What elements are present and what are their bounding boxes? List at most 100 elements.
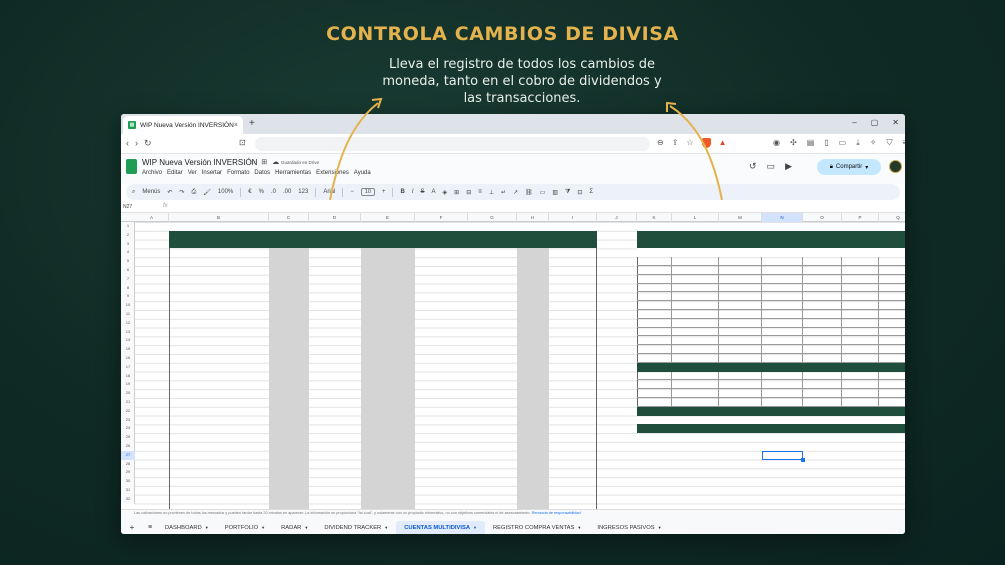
dividend-cell[interactable]	[549, 468, 596, 477]
italic-icon[interactable]: I	[412, 189, 414, 195]
dividend-cell[interactable]	[468, 328, 516, 337]
fill-color-icon[interactable]: ◈	[443, 189, 448, 196]
column-header-b[interactable]: B	[169, 213, 269, 222]
column-header-o[interactable]: O	[803, 213, 842, 222]
dividend-cell[interactable]	[169, 407, 268, 416]
link-icon[interactable]: ⛓	[525, 189, 533, 196]
dividend-cell[interactable]	[169, 451, 268, 460]
dividend-cell[interactable]	[517, 328, 548, 337]
dividend-cell[interactable]	[517, 451, 548, 460]
dividend-cell[interactable]	[549, 248, 596, 257]
compra-cell[interactable]	[672, 275, 718, 284]
column-header-k[interactable]: K	[637, 213, 672, 222]
dividend-cell[interactable]	[269, 345, 308, 354]
dividend-cell[interactable]	[169, 363, 268, 372]
zoom-select[interactable]: 100%	[218, 189, 233, 195]
compra-cell[interactable]	[719, 372, 761, 381]
brave-shield-icon[interactable]	[701, 138, 711, 148]
dividend-cell[interactable]	[415, 424, 467, 433]
dividend-cell[interactable]	[361, 336, 414, 345]
row-header-21[interactable]: 21	[121, 398, 135, 407]
dividend-cell[interactable]	[517, 345, 548, 354]
comment-icon[interactable]: ▭	[767, 161, 776, 172]
dividend-cell[interactable]	[361, 477, 414, 486]
merge-icon[interactable]: ⊟	[466, 189, 471, 196]
dividend-cell[interactable]	[468, 372, 516, 381]
dividend-cell[interactable]	[269, 336, 308, 345]
dividend-cell[interactable]	[361, 460, 414, 469]
dividend-cell[interactable]	[309, 416, 360, 425]
row-header-13[interactable]: 13	[121, 328, 135, 337]
compra-cell[interactable]	[719, 336, 761, 345]
dividend-cell[interactable]	[517, 442, 548, 451]
rotate-icon[interactable]: ↗	[513, 189, 518, 196]
dividend-cell[interactable]	[309, 284, 360, 293]
compra-cell[interactable]	[637, 354, 671, 363]
new-tab-button[interactable]: +	[249, 118, 255, 129]
dividend-cell[interactable]	[169, 389, 268, 398]
dividend-cell[interactable]	[468, 495, 516, 504]
dividend-cell[interactable]	[361, 354, 414, 363]
dividend-cell[interactable]	[309, 442, 360, 451]
dividend-cell[interactable]	[309, 328, 360, 337]
dividend-cell[interactable]	[169, 442, 268, 451]
menu-datos[interactable]: Datos	[254, 170, 270, 176]
compra-cell[interactable]	[637, 284, 671, 293]
reload-icon[interactable]: ↻	[144, 138, 152, 149]
dividend-cell[interactable]	[269, 372, 308, 381]
dividend-cell[interactable]	[415, 345, 467, 354]
dividend-cell[interactable]	[361, 486, 414, 495]
dividend-cell[interactable]	[361, 424, 414, 433]
dividend-cell[interactable]	[549, 292, 596, 301]
filter-views-icon[interactable]: ⊡	[577, 189, 582, 196]
dividend-cell[interactable]	[517, 486, 548, 495]
compra-cell[interactable]	[762, 319, 802, 328]
undo-icon[interactable]: ↶	[167, 189, 172, 196]
dividend-cell[interactable]	[309, 380, 360, 389]
decrease-decimal-button[interactable]: .0	[271, 189, 276, 195]
history-icon[interactable]: ↺	[749, 161, 757, 172]
compra-cell[interactable]	[672, 301, 718, 310]
dividend-cell[interactable]	[468, 380, 516, 389]
row-header-32[interactable]: 32	[121, 495, 135, 504]
dividend-cell[interactable]	[361, 319, 414, 328]
dividend-cell[interactable]	[269, 266, 308, 275]
compra-cell[interactable]	[637, 380, 671, 389]
compra-cell[interactable]	[637, 275, 671, 284]
dividend-cell[interactable]	[361, 416, 414, 425]
row-header-14[interactable]: 14	[121, 336, 135, 345]
column-header-f[interactable]: F	[415, 213, 468, 222]
dividend-cell[interactable]	[269, 363, 308, 372]
dividend-cell[interactable]	[415, 477, 467, 486]
bold-icon[interactable]: B	[400, 189, 404, 195]
menu-extensiones[interactable]: Extensiones	[316, 170, 349, 176]
compra-cell[interactable]	[719, 257, 761, 266]
row-header-10[interactable]: 10	[121, 301, 135, 310]
dividend-cell[interactable]	[468, 442, 516, 451]
dividend-cell[interactable]	[517, 248, 548, 257]
compra-cell[interactable]	[637, 389, 671, 398]
sheet-tab-ingresos-pasivos[interactable]: INGRESOS PASIVOS ▼	[589, 521, 669, 534]
dividend-cell[interactable]	[549, 372, 596, 381]
dividend-cell[interactable]	[549, 389, 596, 398]
dividend-cell[interactable]	[269, 310, 308, 319]
dividend-cell[interactable]	[309, 292, 360, 301]
dividend-cell[interactable]	[415, 354, 467, 363]
dividend-cell[interactable]	[468, 433, 516, 442]
dividend-cell[interactable]	[468, 319, 516, 328]
venta-cell[interactable]	[803, 266, 841, 275]
dividend-cell[interactable]	[517, 468, 548, 477]
dividend-cell[interactable]	[415, 468, 467, 477]
dividend-cell[interactable]	[361, 284, 414, 293]
dividend-cell[interactable]	[468, 257, 516, 266]
dividend-cell[interactable]	[468, 248, 516, 257]
dividend-cell[interactable]	[549, 275, 596, 284]
dividend-cell[interactable]	[549, 416, 596, 425]
extension-icon[interactable]: ◉	[773, 138, 780, 148]
compra-cell[interactable]	[672, 380, 718, 389]
dividend-cell[interactable]	[517, 372, 548, 381]
sheet-tab-registro-compra-ventas[interactable]: REGISTRO COMPRA VENTAS ▼	[485, 521, 589, 534]
dividend-cell[interactable]	[549, 310, 596, 319]
dividend-cell[interactable]	[361, 407, 414, 416]
dividend-cell[interactable]	[309, 451, 360, 460]
